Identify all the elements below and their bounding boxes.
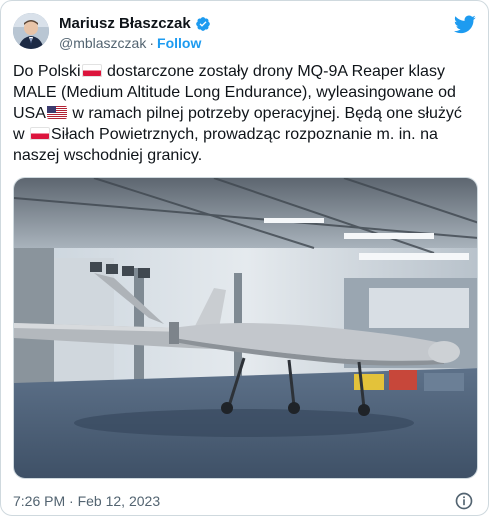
tweet-text: Do Polski dostarczone zostały drony MQ-9… [13, 61, 473, 166]
tweet-date: Feb 12, 2023 [77, 493, 161, 509]
tweet-text-part-1: Do Polski [13, 63, 81, 80]
tweet-card: Mariusz Błaszczak @mblaszczak · Follow Do … [0, 0, 489, 516]
avatar-image [13, 13, 49, 49]
flag-poland-icon [30, 127, 50, 140]
author-avatar[interactable] [13, 13, 49, 49]
tweet-text-part-4: Siłach Powietrznych, prowadząc rozpoznan… [13, 126, 438, 164]
author-handle[interactable]: @mblaszczak [59, 35, 146, 51]
follow-button[interactable]: Follow [157, 35, 201, 51]
tweet-header: Mariusz Błaszczak @mblaszczak · Follow [13, 13, 476, 55]
flag-usa-icon [46, 106, 67, 119]
tweet-time: 7:26 PM [13, 493, 66, 509]
flag-poland-icon [81, 64, 102, 77]
info-icon[interactable] [454, 491, 474, 511]
author-handle-line: @mblaszczak · Follow [59, 35, 201, 51]
twitter-bird-icon[interactable] [454, 13, 476, 35]
tweet-photo[interactable] [13, 177, 478, 479]
timestamp-separator: · [69, 493, 74, 509]
author-name[interactable]: Mariusz Błaszczak [59, 15, 191, 32]
author-name-line: Mariusz Błaszczak [59, 15, 211, 32]
separator-dot: · [149, 35, 155, 51]
tweet-timestamp[interactable]: 7:26 PM · Feb 12, 2023 [13, 493, 160, 509]
verified-badge-icon [195, 16, 210, 31]
drone-in-hangar-photo [14, 178, 477, 478]
